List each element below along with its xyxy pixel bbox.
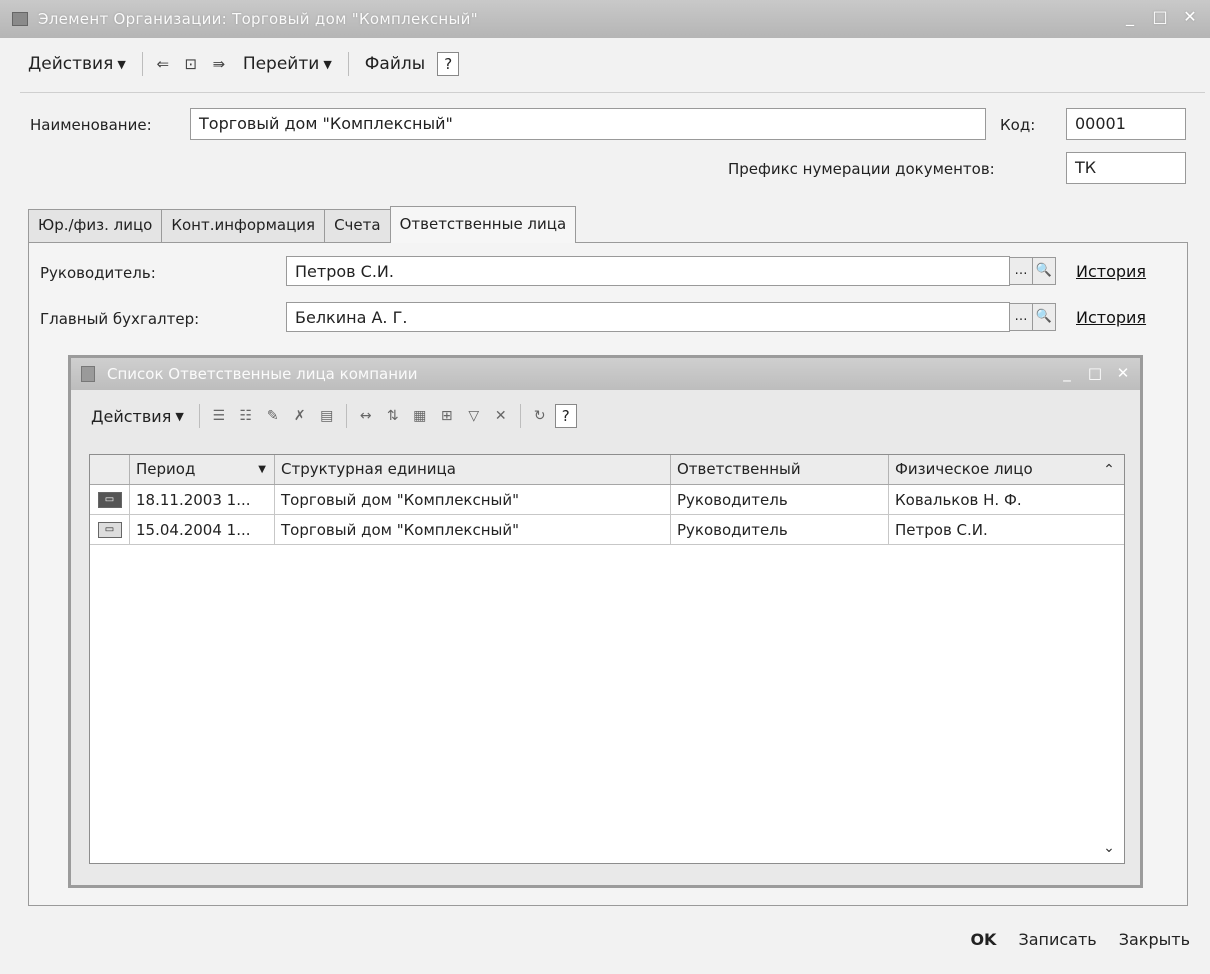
tab-accounts[interactable]: Счета (324, 209, 391, 243)
actions-menu-label: Действия (28, 54, 114, 74)
delete-row-icon[interactable]: ✗ (288, 404, 312, 428)
bottom-buttons: OK Записать Закрыть (970, 930, 1190, 949)
structure-icon[interactable]: ⊡ (179, 52, 203, 76)
cell-period: 18.11.2003 1... (130, 485, 275, 514)
tab-strip: Юр./физ. лицо Конт.информация Счета Отве… (28, 206, 577, 243)
code-field[interactable]: 00001 (1066, 108, 1186, 140)
accountant-select-button[interactable]: … (1009, 303, 1033, 331)
scroll-down-icon[interactable]: ⌄ (1096, 835, 1122, 861)
head-search-icon[interactable]: 🔍 (1032, 257, 1056, 285)
cell-person: Ковальков Н. Ф. (895, 490, 1022, 509)
forward-arrow-icon[interactable]: ⇛ (207, 52, 231, 76)
table-header: Период ▼ Структурная единица Ответственн… (90, 455, 1124, 485)
sub-actions-label: Действия (91, 406, 172, 426)
head-select-button[interactable]: … (1009, 257, 1033, 285)
accountant-label: Главный бухгалтер: (40, 310, 200, 328)
toolbar-separator (347, 52, 349, 76)
header-period[interactable]: Период ▼ (130, 455, 275, 484)
name-field[interactable]: Торговый дом "Комплексный" (190, 108, 986, 140)
head-label: Руководитель: (40, 264, 156, 282)
tab-responsible-persons[interactable]: Ответственные лица (389, 206, 577, 243)
subwindow-toolbar: Действия ▼ ☰ ☷ ✎ ✗ ▤ ↔ ⇅ ▦ ⊞ ▽ ✕ ↻ ? (83, 400, 577, 432)
save-row-icon[interactable]: ▤ (315, 404, 339, 428)
filter-icon[interactable]: ▽ (462, 404, 486, 428)
toolbar-separator (345, 404, 347, 428)
cell-unit: Торговый дом "Комплексный" (275, 515, 671, 544)
refresh-icon[interactable]: ↻ (528, 404, 552, 428)
actions-menu[interactable]: Действия ▼ (20, 50, 134, 78)
sub-actions-menu[interactable]: Действия ▼ (83, 403, 192, 430)
name-label: Наименование: (30, 116, 152, 134)
cell-period: 15.04.2004 1... (130, 515, 275, 544)
close-button[interactable]: ✕ (1178, 6, 1202, 28)
header-person[interactable]: Физическое лицо (889, 455, 1124, 484)
header-responsible[interactable]: Ответственный (671, 455, 889, 484)
ok-button[interactable]: OK (970, 930, 996, 949)
subwindow-title-bar: Список Ответственные лица компании _ □ ✕ (71, 358, 1140, 390)
clear-filter-icon[interactable]: ✕ (489, 404, 513, 428)
filter-select-icon[interactable]: ▦ (408, 404, 432, 428)
head-history-link[interactable]: История (1076, 262, 1146, 281)
accountant-search-icon[interactable]: 🔍 (1032, 303, 1056, 331)
cell-responsible: Руководитель (671, 485, 889, 514)
cell-unit: Торговый дом "Комплексный" (275, 485, 671, 514)
tab-contact-info[interactable]: Конт.информация (161, 209, 326, 243)
toolbar-separator (141, 52, 143, 76)
minimize-button[interactable]: _ (1118, 6, 1142, 28)
head-field[interactable]: Петров С.И. (286, 256, 1010, 286)
prefix-field[interactable]: ТК (1066, 152, 1186, 184)
sub-help-button[interactable]: ? (554, 404, 577, 428)
table-row[interactable]: ▭ 18.11.2003 1... Торговый дом "Комплекс… (90, 485, 1124, 515)
record-icon: ▭ (97, 521, 122, 538)
dropdown-arrow-icon: ▼ (175, 409, 184, 423)
responsible-table: Период ▼ Структурная единица Ответственн… (89, 454, 1125, 864)
interval-icon[interactable]: ↔ (354, 404, 378, 428)
prefix-label: Префикс нумерации документов: (728, 160, 995, 178)
add-row-icon[interactable]: ☰ (207, 404, 231, 428)
cell-person: Петров С.И. (895, 520, 988, 539)
toolbar-separator (198, 404, 200, 428)
help-button[interactable]: ? (437, 52, 460, 76)
responsible-list-window: Список Ответственные лица компании _ □ ✕… (68, 355, 1143, 888)
close-form-button[interactable]: Закрыть (1119, 930, 1190, 949)
sub-close-button[interactable]: ✕ (1112, 362, 1134, 384)
accountant-field[interactable]: Белкина А. Г. (286, 302, 1010, 332)
edit-row-icon[interactable]: ✎ (261, 404, 285, 428)
header-structural-unit[interactable]: Структурная единица (275, 455, 671, 484)
title-bar: Элемент Организации: Торговый дом "Компл… (0, 0, 1210, 38)
files-button[interactable]: Файлы (357, 50, 433, 78)
sub-maximize-button[interactable]: □ (1084, 362, 1106, 384)
subwindow-title: Список Ответственные лица компании (107, 365, 418, 383)
list-window-icon (81, 366, 95, 382)
main-toolbar: Действия ▼ ⇐ ⊡ ⇛ Перейти ▼ Файлы ? (20, 46, 460, 82)
code-label: Код: (1000, 116, 1036, 134)
back-arrow-icon[interactable]: ⇐ (151, 52, 175, 76)
cell-responsible: Руководитель (671, 515, 889, 544)
maximize-button[interactable]: □ (1148, 6, 1172, 28)
save-button[interactable]: Записать (1018, 930, 1096, 949)
window-title: Элемент Организации: Торговый дом "Компл… (38, 10, 478, 28)
main-window: Элемент Организации: Торговый дом "Компл… (0, 0, 1210, 974)
window-icon (12, 12, 28, 26)
accountant-history-link[interactable]: История (1076, 308, 1146, 327)
sub-minimize-button[interactable]: _ (1056, 362, 1078, 384)
sort-down-icon: ▼ (258, 464, 266, 475)
copy-row-icon[interactable]: ☷ (234, 404, 258, 428)
dropdown-arrow-icon: ▼ (117, 57, 126, 71)
toolbar-separator (519, 404, 521, 428)
dropdown-arrow-icon: ▼ (323, 57, 332, 71)
table-row[interactable]: ▭ 15.04.2004 1... Торговый дом "Комплекс… (90, 515, 1124, 545)
goto-menu-label: Перейти (242, 54, 320, 74)
filter-dropdown-icon[interactable]: ⊞ (435, 404, 459, 428)
scroll-up-icon[interactable]: ⌃ (1096, 457, 1122, 483)
header-icon-column (90, 455, 130, 484)
record-icon: ▭ (97, 491, 122, 508)
goto-menu[interactable]: Перейти ▼ (235, 50, 340, 78)
tab-legal-person[interactable]: Юр./физ. лицо (28, 209, 163, 243)
sort-icon[interactable]: ⇅ (381, 404, 405, 428)
files-label: Файлы (364, 54, 426, 74)
